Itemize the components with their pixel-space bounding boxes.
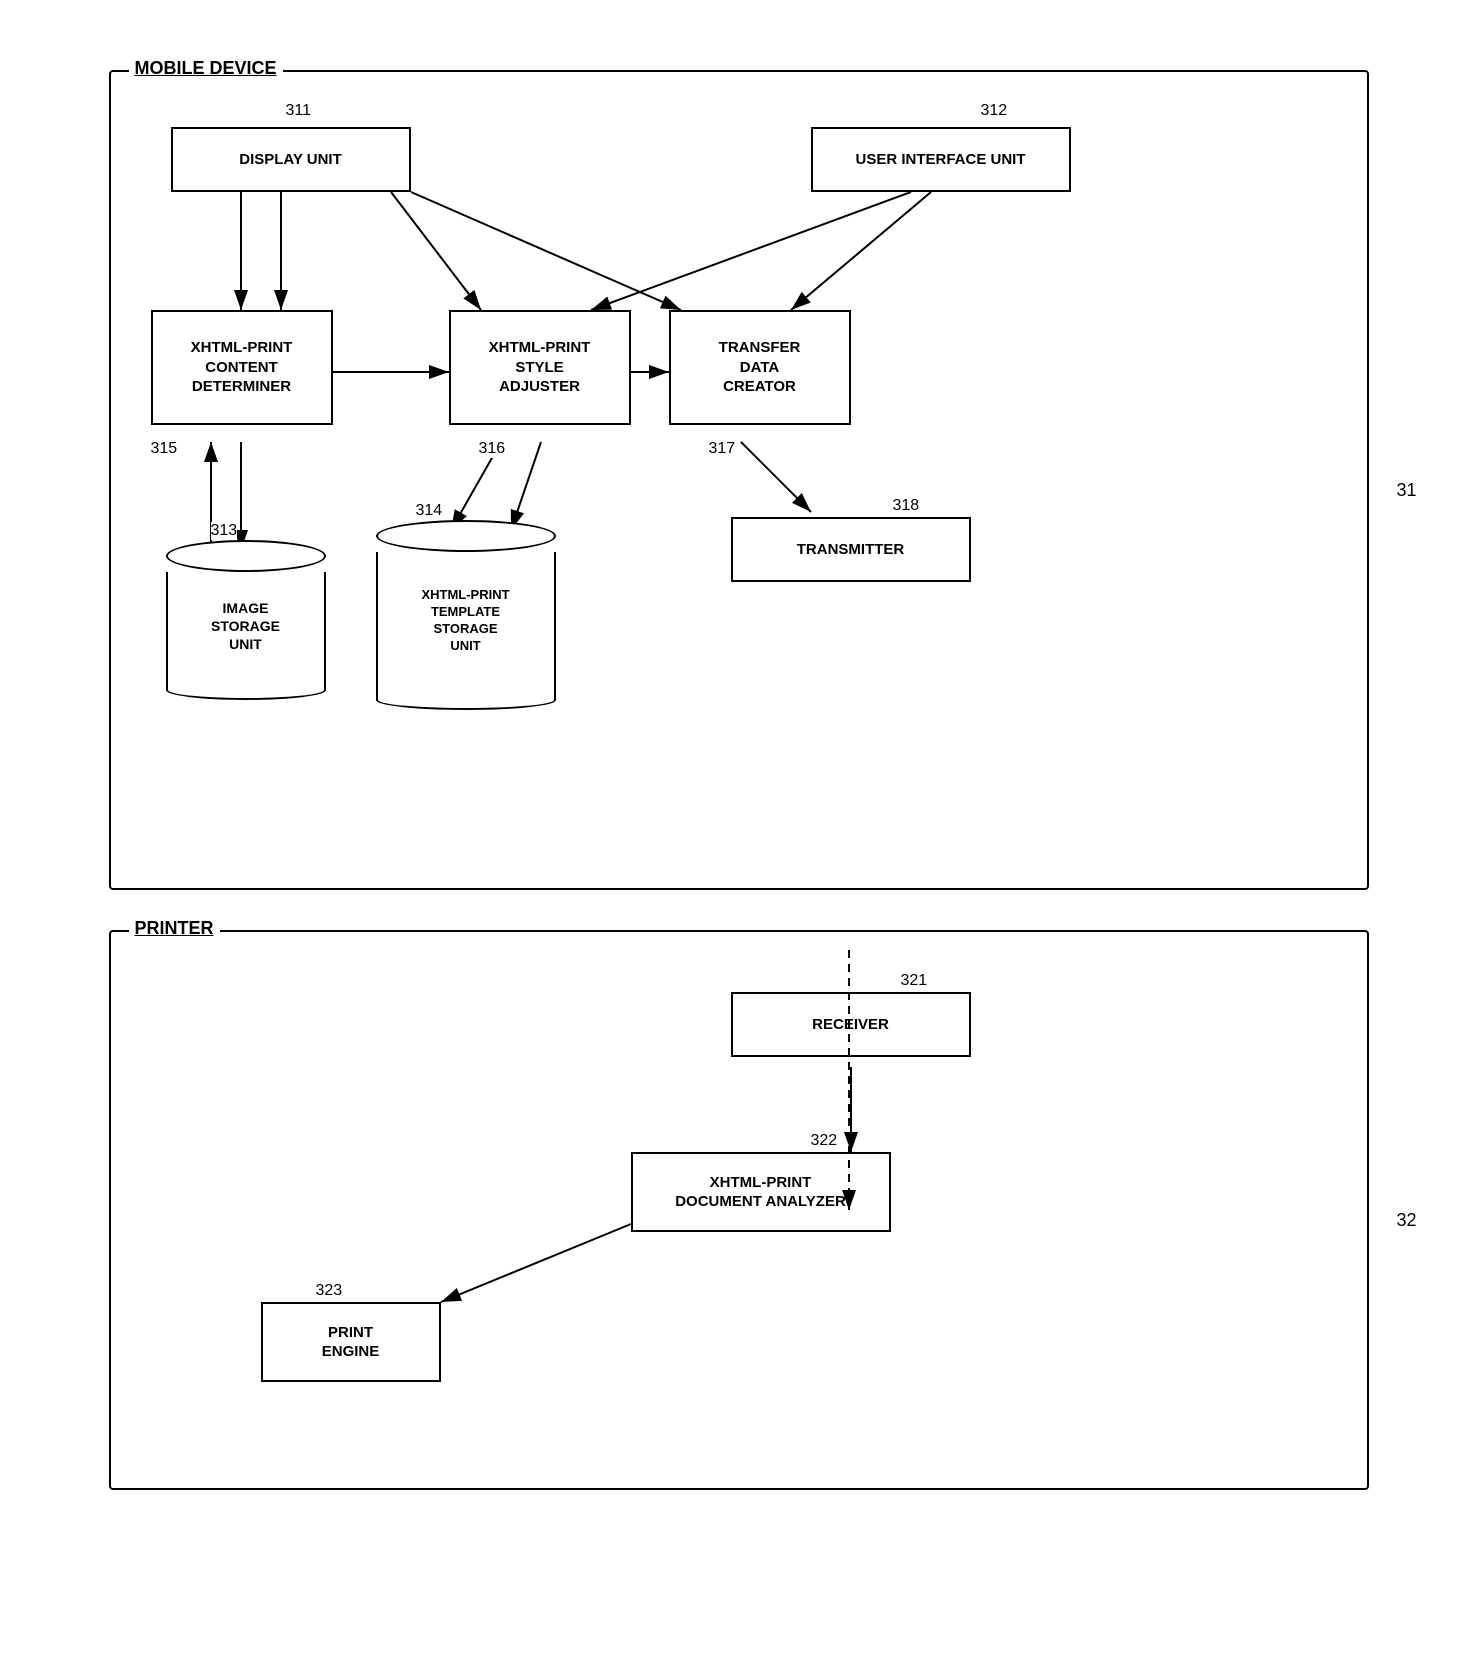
ref-322: 322 [811,1132,838,1150]
ref-321: 321 [901,972,928,990]
transfer-data-creator-box: TRANSFER DATA CREATOR [669,310,851,425]
xhtml-style-adjuster-box: XHTML-PRINT STYLE ADJUSTER [449,310,631,425]
ref-312: 312 [981,102,1008,120]
xhtml-template-storage-cylinder: XHTML-PRINT TEMPLATE STORAGE UNIT [376,520,556,710]
ref-323: 323 [316,1282,343,1300]
image-storage-cylinder: IMAGE STORAGE UNIT [166,540,326,700]
xhtml-content-determiner-box: XHTML-PRINT CONTENT DETERMINER [151,310,333,425]
diagram-container: MOBILE DEVICE 31 [89,50,1389,1630]
ref-317: 317 [709,440,736,458]
receiver-box: RECEIVER [731,992,971,1057]
mobile-device-section: MOBILE DEVICE 31 [109,70,1369,890]
xhtml-document-analyzer-box: XHTML-PRINT DOCUMENT ANALYZER [631,1152,891,1232]
user-interface-unit-box: USER INTERFACE UNIT [811,127,1071,192]
ref-32: 32 [1396,1210,1416,1231]
ref-315: 315 [151,440,178,458]
ref-313: 313 [211,522,238,540]
ref-311: 311 [286,102,312,120]
transmitter-box: TRANSMITTER [731,517,971,582]
print-engine-box: PRINT ENGINE [261,1302,441,1382]
ref-316: 316 [479,440,506,458]
printer-label: PRINTER [129,918,220,939]
mobile-device-label: MOBILE DEVICE [129,58,283,79]
ref-318: 318 [893,497,920,515]
printer-section: PRINTER 32 RECEIVER 321 XHTML-PRINT DOCU… [109,930,1369,1490]
ref-31: 31 [1396,480,1416,501]
display-unit-box: DISPLAY UNIT [171,127,411,192]
mobile-arrows [111,72,1367,888]
ref-314: 314 [416,502,443,520]
